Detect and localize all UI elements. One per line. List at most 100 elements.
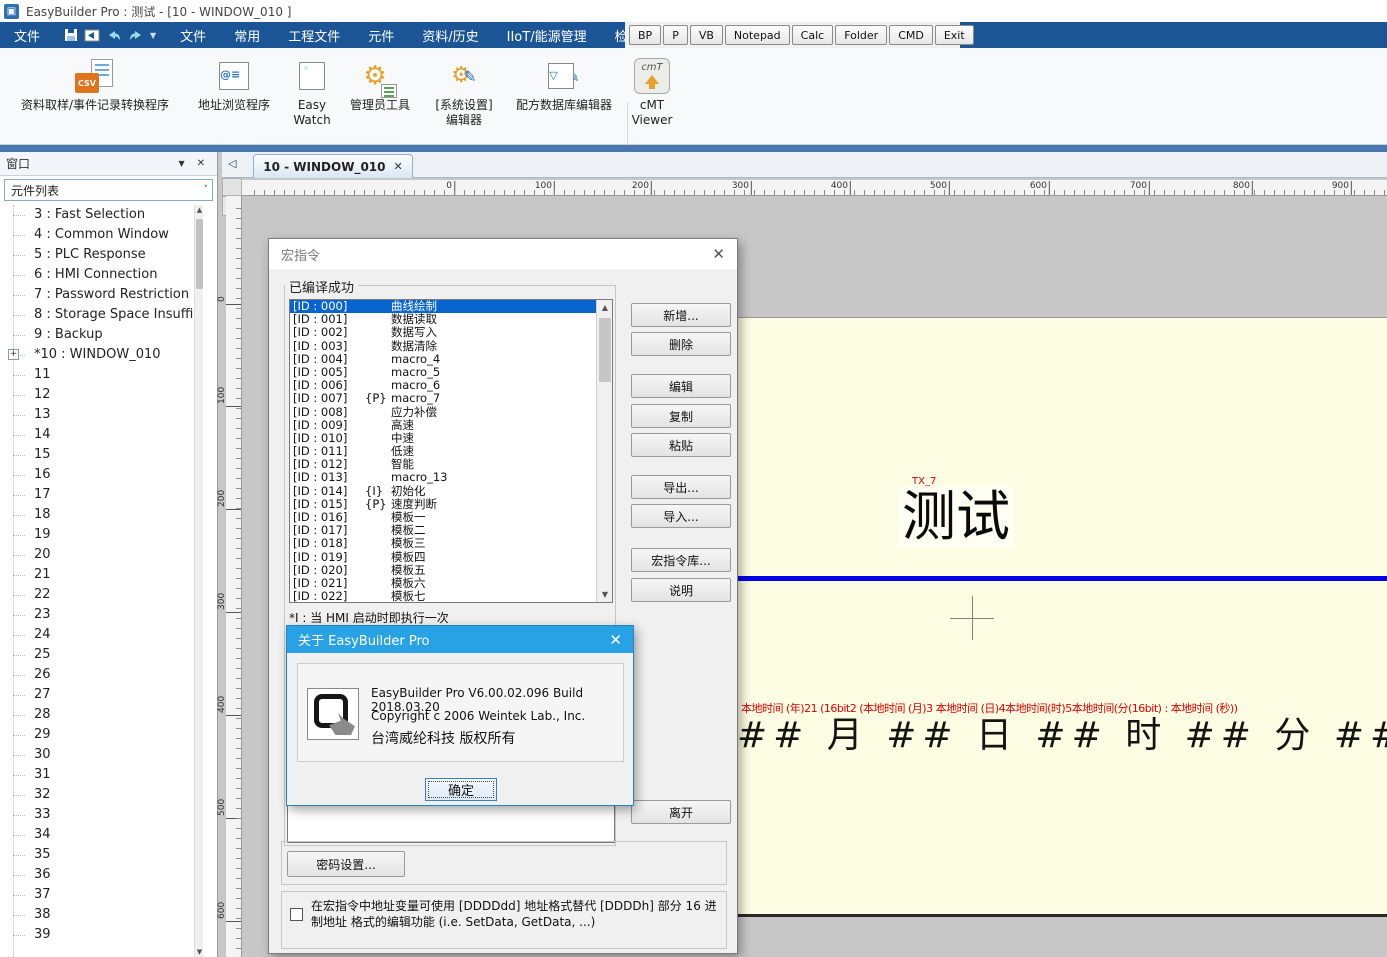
tree-item[interactable]: 30	[0, 745, 203, 765]
tree-item[interactable]: 17	[0, 485, 203, 505]
external-app-button[interactable]: BP	[629, 25, 661, 45]
tree-item[interactable]: 24	[0, 625, 203, 645]
scrollbar-thumb[interactable]	[196, 219, 203, 289]
tree-item[interactable]: + *10 : WINDOW_010	[0, 345, 203, 365]
tree-expander[interactable]	[8, 229, 19, 240]
tree-expander[interactable]	[8, 909, 19, 920]
tree-expander[interactable]	[8, 769, 19, 780]
tool-cmt-viewer[interactable]: cmT cMT Viewer	[620, 54, 684, 128]
tree-expander[interactable]: +	[8, 349, 19, 360]
menu-tab[interactable]: IIoT/能源管理	[493, 22, 601, 48]
external-app-button[interactable]: CMD	[889, 25, 933, 45]
tree-expander[interactable]	[8, 389, 19, 400]
edit-button[interactable]: 编辑	[631, 374, 731, 398]
copy-button[interactable]: 复制	[631, 404, 731, 428]
macro-list-row[interactable]: [ID : 022] 模板七	[290, 590, 612, 603]
external-app-button[interactable]: Folder	[835, 25, 887, 45]
export-button[interactable]: 导出...	[631, 475, 731, 499]
external-app-button[interactable]: Exit	[935, 25, 974, 45]
tree-expander[interactable]	[8, 869, 19, 880]
tree-item[interactable]: 23	[0, 605, 203, 625]
tree-item[interactable]: 39	[0, 925, 203, 945]
import-button[interactable]: 导入...	[631, 504, 731, 528]
macro-list[interactable]: [ID : 000] 曲线绘制 [ID : 001] 数据读取 [ID : 00…	[289, 299, 613, 603]
macro-list-row[interactable]: [ID : 003] 数据清除	[290, 340, 612, 353]
tab-scroll-left-icon[interactable]: ◁	[228, 157, 236, 170]
tree-expander[interactable]	[8, 829, 19, 840]
tree-item[interactable]: 20	[0, 545, 203, 565]
macro-list-row[interactable]: [ID : 007] {P} macro_7	[290, 392, 612, 405]
external-app-button[interactable]: Notepad	[725, 25, 790, 45]
macro-dialog-titlebar[interactable]: 宏指令 ✕	[269, 239, 737, 269]
tree-expander[interactable]	[8, 449, 19, 460]
tree-expander[interactable]	[8, 689, 19, 700]
macro-list-row[interactable]: [ID : 019] 模板四	[290, 551, 612, 564]
close-icon[interactable]: ✕	[609, 631, 622, 649]
tree-item[interactable]: 35	[0, 845, 203, 865]
tree-expander[interactable]	[8, 629, 19, 640]
tree-expander[interactable]	[8, 469, 19, 480]
tree-item[interactable]: 5 : PLC Response	[0, 245, 203, 265]
close-icon[interactable]: ✕	[712, 245, 725, 263]
tree-item[interactable]: 11	[0, 365, 203, 385]
tree-expander[interactable]	[8, 849, 19, 860]
tree-item[interactable]: 38	[0, 905, 203, 925]
tree-expander[interactable]	[8, 529, 19, 540]
tree-item[interactable]: 27	[0, 685, 203, 705]
menu-tab[interactable]: 元件	[354, 22, 408, 48]
tree-expander[interactable]	[8, 509, 19, 520]
tool-system-settings-editor[interactable]: ⚙✎ [系统设置] 编辑器	[420, 54, 508, 128]
menu-tab[interactable]: 常用	[220, 22, 274, 48]
tree-item[interactable]: 26	[0, 665, 203, 685]
tree-item[interactable]: 16	[0, 465, 203, 485]
tree-item[interactable]: 13	[0, 405, 203, 425]
macro-list-row[interactable]: [ID : 009] 高速	[290, 419, 612, 432]
tree-item[interactable]: 3 : Fast Selection	[0, 205, 203, 225]
tree-item[interactable]: 31	[0, 765, 203, 785]
tree-item[interactable]: 36	[0, 865, 203, 885]
tree-expander[interactable]	[8, 329, 19, 340]
tool-address-viewer[interactable]: @≡ 地址浏览程序	[184, 54, 284, 113]
tree-expander[interactable]	[8, 709, 19, 720]
macro-list-row[interactable]: [ID : 018] 模板三	[290, 537, 612, 550]
tree-expander[interactable]	[8, 549, 19, 560]
tree-item[interactable]: 28	[0, 705, 203, 725]
about-dialog-titlebar[interactable]: 关于 EasyBuilder Pro ✕	[287, 626, 633, 653]
scrollbar-thumb[interactable]	[599, 318, 611, 382]
macro-list-row[interactable]: [ID : 020] 模板五	[290, 564, 612, 577]
macro-list-row[interactable]: [ID : 004] macro_4	[290, 353, 612, 366]
scroll-down-icon[interactable]: ▼	[597, 587, 613, 602]
menu-tab[interactable]: 工程文件	[274, 22, 354, 48]
tree-expander[interactable]	[8, 429, 19, 440]
macro-list-row[interactable]: [ID : 013] macro_13	[290, 471, 612, 484]
tree-item[interactable]: 25	[0, 645, 203, 665]
leave-button[interactable]: 离开	[631, 800, 731, 824]
macro-list-row[interactable]: [ID : 008] 应力补偿	[290, 406, 612, 419]
tree-expander[interactable]	[8, 249, 19, 260]
paste-button[interactable]: 粘贴	[631, 433, 731, 457]
tree-expander[interactable]	[8, 569, 19, 580]
window-tab[interactable]: 10 - WINDOW_010 ✕	[253, 154, 413, 178]
tree-expander[interactable]	[8, 669, 19, 680]
tree-item[interactable]: 9 : Backup	[0, 325, 203, 345]
panel-dropdown-icon[interactable]: ▼	[172, 159, 190, 168]
tree-expander[interactable]	[8, 789, 19, 800]
help-button[interactable]: 说明	[631, 578, 731, 602]
sidebar-scrollbar[interactable]: ▲ ▼	[194, 205, 203, 957]
new-button[interactable]: 新增...	[631, 303, 731, 327]
scroll-up-icon[interactable]: ▲	[195, 205, 204, 215]
quick-access-dropdown-icon[interactable]: ▼	[150, 31, 156, 40]
element-list-combobox[interactable]: 元件列表 ˅	[4, 179, 213, 201]
macro-list-scrollbar[interactable]: ▲ ▼	[596, 300, 612, 602]
tree-expander[interactable]	[8, 489, 19, 500]
password-settings-button[interactable]: 密码设置...	[287, 851, 405, 877]
tree-expander[interactable]	[8, 269, 19, 280]
tree-expander[interactable]	[8, 889, 19, 900]
tree-item[interactable]: 22	[0, 585, 203, 605]
tree-item[interactable]: 12	[0, 385, 203, 405]
tree-expander[interactable]	[8, 209, 19, 220]
delete-button[interactable]: 删除	[631, 332, 731, 356]
compile-export-icon[interactable]	[84, 29, 100, 42]
tree-expander[interactable]	[8, 809, 19, 820]
tool-administrator[interactable]: ⚙ 管理员工具	[340, 54, 420, 113]
